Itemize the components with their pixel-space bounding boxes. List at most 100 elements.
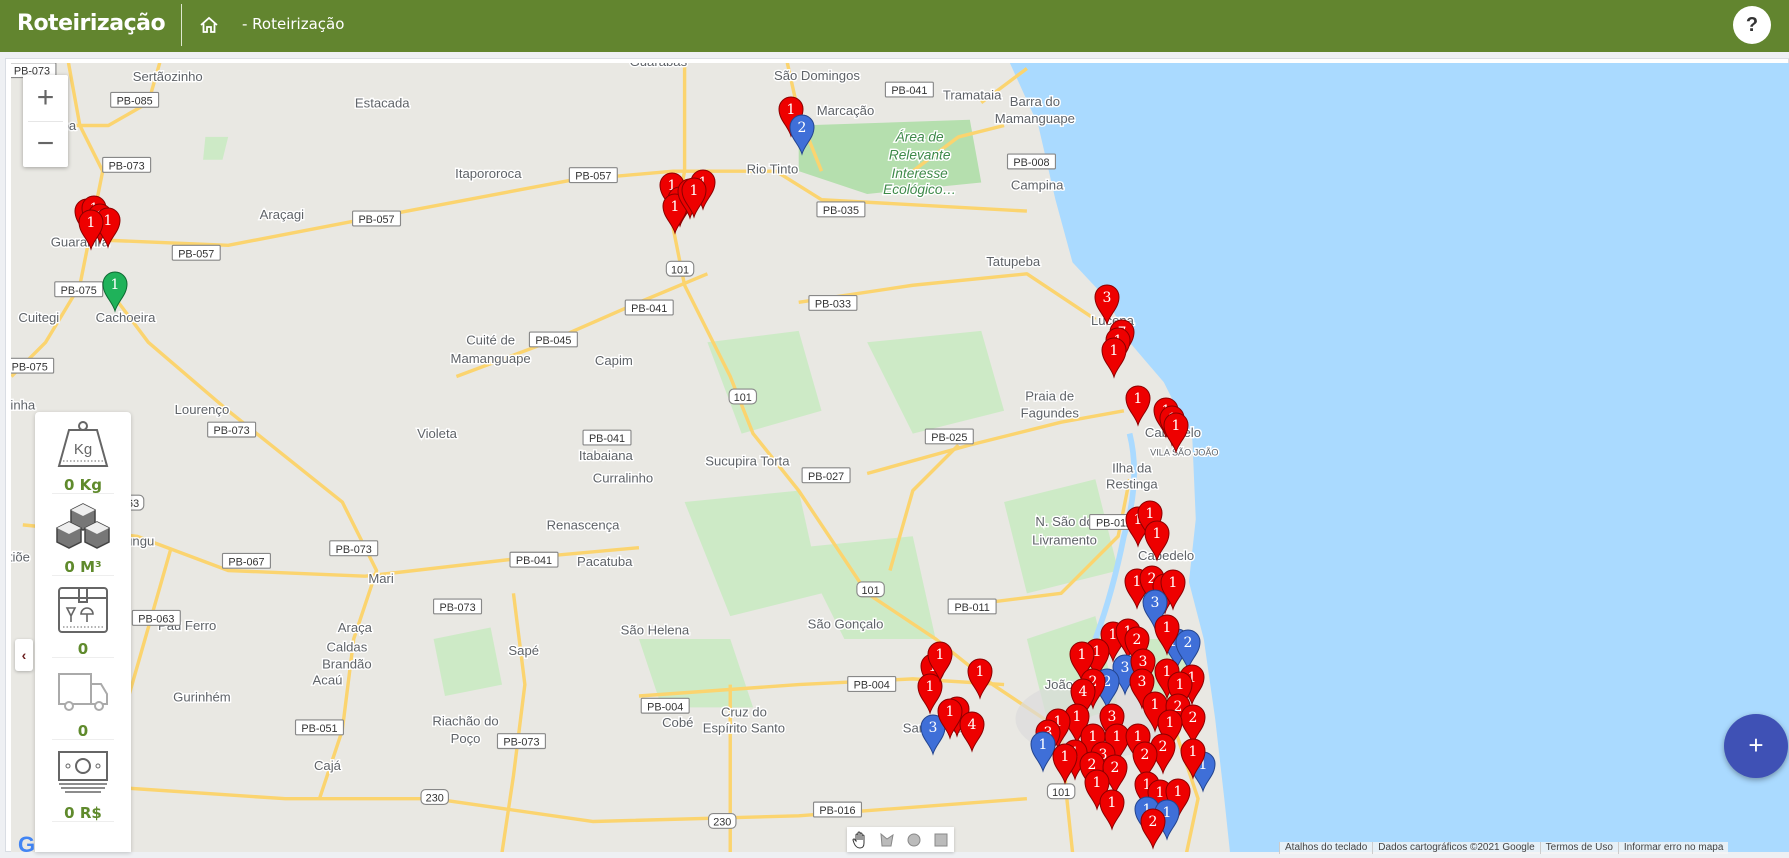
volume-value: 0 M³ bbox=[64, 558, 102, 576]
place-label: João bbox=[1045, 677, 1073, 692]
marker-count: 1 bbox=[1108, 795, 1117, 811]
map-attribution: Atalhos do teclado Dados cartográficos ©… bbox=[1279, 842, 1729, 854]
place-label: Brandão bbox=[322, 657, 372, 672]
place-label: Área de bbox=[895, 129, 944, 144]
hand-icon[interactable] bbox=[849, 829, 871, 851]
add-button[interactable]: + bbox=[1724, 714, 1788, 778]
weight-summary: Kg 0 Kg bbox=[52, 412, 114, 494]
marker-count: 1 bbox=[787, 102, 796, 118]
road-shield-label: PB-075 bbox=[12, 361, 48, 373]
place-label: São Helena bbox=[621, 622, 690, 637]
road-shield: PB-027 bbox=[801, 467, 851, 484]
delivery-marker[interactable]: 1 bbox=[1125, 385, 1151, 427]
place-label: Interesse bbox=[891, 166, 948, 181]
marker-count: 2 bbox=[1141, 747, 1150, 763]
delivery-marker[interactable]: 1 bbox=[1101, 337, 1127, 379]
road-shield: PB-075 bbox=[54, 281, 104, 298]
road-shield-label: PB-027 bbox=[808, 471, 844, 483]
place-label: inha bbox=[11, 398, 36, 413]
marker-count: 3 bbox=[1103, 290, 1112, 306]
marker-count: 1 bbox=[926, 679, 935, 695]
road-shield: 230 bbox=[707, 812, 737, 829]
place-label: Espírito Santo bbox=[703, 721, 785, 736]
marker-count: 2 bbox=[1189, 710, 1198, 726]
place-label: Relevante bbox=[889, 148, 951, 163]
report-error-link[interactable]: Informar erro no mapa bbox=[1617, 842, 1729, 854]
delivery-marker[interactable]: 1 bbox=[1052, 743, 1078, 785]
road-shield-label: PB-073 bbox=[214, 425, 250, 437]
place-label: Cajá bbox=[314, 758, 342, 773]
zoom-in-button[interactable]: + bbox=[23, 75, 68, 121]
money-value: 0 R$ bbox=[64, 804, 102, 822]
road-shield-label: 101 bbox=[862, 585, 880, 597]
road-shield: PB-057 bbox=[568, 167, 618, 184]
road bbox=[500, 593, 527, 852]
map-canvas[interactable]: Sertãozinho Estacada São Domingos Tramataia… bbox=[11, 63, 1789, 852]
keyboard-shortcuts-link[interactable]: Atalhos do teclado bbox=[1279, 842, 1372, 854]
place-label: Tatupeba bbox=[986, 254, 1041, 269]
road-shield: PB-075 bbox=[11, 357, 55, 374]
marker-count: 1 bbox=[946, 704, 955, 720]
road-shield-label: 101 bbox=[1052, 787, 1070, 799]
place-label: Marcação bbox=[817, 103, 875, 118]
delivery-marker[interactable]: 4 bbox=[959, 711, 985, 753]
rectangle-icon[interactable] bbox=[930, 829, 952, 851]
road-shield-label: PB-016 bbox=[819, 805, 855, 817]
place-label: Acaú bbox=[313, 673, 343, 688]
svg-text:Kg: Kg bbox=[74, 441, 92, 458]
place-label: N. São do bbox=[1035, 514, 1093, 529]
circle-icon[interactable] bbox=[903, 829, 925, 851]
road-shield: 101 bbox=[856, 581, 885, 598]
marker-count: 2 bbox=[1149, 814, 1158, 830]
marker-count: 1 bbox=[976, 664, 985, 680]
road-shield: PB-011 bbox=[947, 598, 997, 615]
delivery-marker[interactable]: 1 bbox=[102, 271, 128, 313]
place-label: Cuitegi bbox=[18, 310, 59, 325]
place-label: Cuité de bbox=[466, 333, 515, 348]
value-summary: 0 R$ bbox=[52, 740, 114, 822]
place-label: Pacatuba bbox=[577, 554, 633, 569]
marker-count: 2 bbox=[798, 120, 807, 136]
road-shield: PB-073 bbox=[433, 598, 483, 615]
place-label: Rio Tinto bbox=[747, 161, 799, 176]
green-area bbox=[203, 136, 229, 160]
packages-value: 0 bbox=[77, 640, 89, 658]
marker-count: 3 bbox=[1121, 660, 1130, 676]
road-shield: PB-016 bbox=[812, 801, 863, 818]
road-shield: PB-085 bbox=[110, 91, 160, 108]
marker-count: 1 bbox=[104, 213, 113, 229]
money-icon bbox=[58, 751, 108, 793]
road-shield: PB-035 bbox=[816, 201, 866, 218]
home-icon[interactable] bbox=[199, 15, 219, 35]
place-label: Cabedelo bbox=[1138, 548, 1194, 563]
marker-count: 2 bbox=[1184, 635, 1193, 651]
collapse-panel-button[interactable]: ‹ bbox=[15, 639, 33, 671]
delivery-marker[interactable]: 2 bbox=[1140, 808, 1166, 850]
help-button[interactable]: ? bbox=[1733, 6, 1771, 44]
summary-panel: Kg 0 Kg 0 M³ 0 0 0 R$ bbox=[35, 412, 131, 852]
map[interactable]: Sertãozinho Estacada São Domingos Tramataia… bbox=[11, 63, 1789, 852]
marker-count: 2 bbox=[1111, 760, 1120, 776]
polygon-icon[interactable] bbox=[876, 829, 898, 851]
marker-count: 1 bbox=[1151, 697, 1160, 713]
marker-count: 1 bbox=[1156, 785, 1165, 801]
place-label: Araçagi bbox=[260, 207, 305, 222]
terms-link[interactable]: Termos de Uso bbox=[1539, 842, 1618, 854]
road-shield: PB-057 bbox=[171, 244, 221, 261]
delivery-marker[interactable]: 1 bbox=[1099, 789, 1125, 831]
place-label: VILA SÃO JOÃO bbox=[1150, 447, 1218, 457]
app-title: Roteirização bbox=[17, 11, 166, 36]
marker-count: 1 bbox=[1110, 343, 1119, 359]
marker-count: 3 bbox=[1139, 654, 1148, 670]
road-shield: 101 bbox=[728, 388, 758, 405]
road-shield: PB-041 bbox=[884, 81, 934, 98]
road-shield: PB-041 bbox=[509, 551, 559, 568]
breadcrumb[interactable]: - Roteirização bbox=[242, 15, 344, 33]
delivery-marker[interactable]: 1 bbox=[1030, 731, 1056, 773]
delivery-marker[interactable]: 1 bbox=[1163, 412, 1189, 454]
road-shield-label: PB-057 bbox=[575, 171, 611, 183]
delivery-marker[interactable]: 1 bbox=[967, 658, 993, 700]
marker-count: 1 bbox=[1134, 391, 1143, 407]
zoom-out-button[interactable]: − bbox=[23, 121, 68, 167]
delivery-marker[interactable]: 2 bbox=[1180, 704, 1206, 746]
